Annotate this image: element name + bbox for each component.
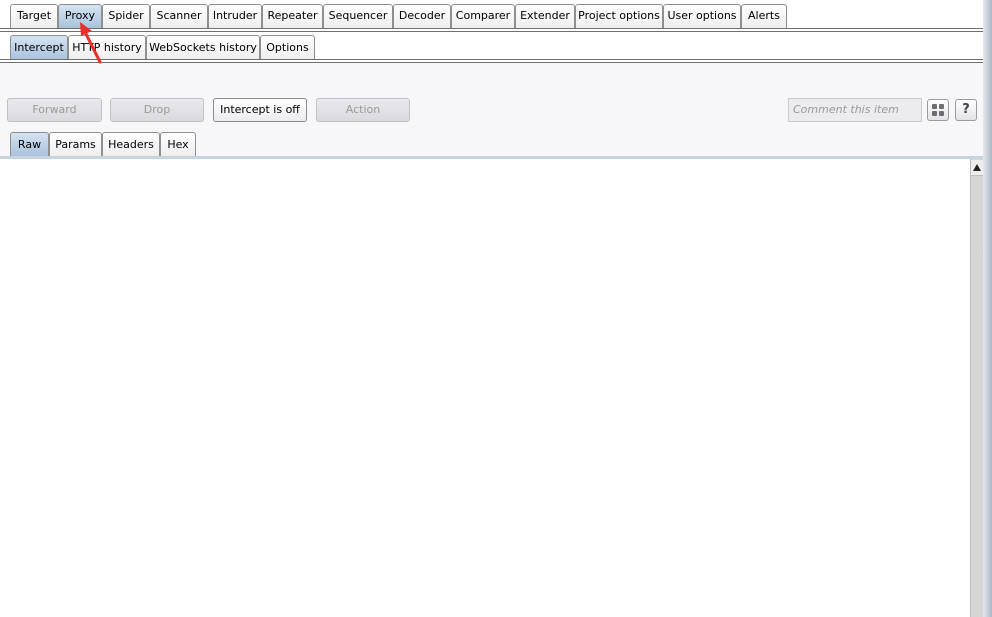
action-button[interactable]: Action (316, 98, 410, 122)
message-editor[interactable] (0, 159, 970, 617)
editor-scrollbar[interactable] (970, 159, 983, 617)
tab-websockets-history[interactable]: WebSockets history (146, 35, 260, 60)
annotation-arrow-icon (80, 22, 102, 64)
tab-raw[interactable]: Raw (10, 132, 49, 156)
drop-button[interactable]: Drop (110, 98, 204, 122)
tab-params[interactable]: Params (49, 132, 102, 156)
tab-options[interactable]: Options (260, 35, 315, 60)
grid-icon (932, 104, 944, 116)
tab-user-options[interactable]: User options (663, 4, 741, 28)
tab-project-options[interactable]: Project options (575, 4, 663, 28)
help-button[interactable]: ? (955, 99, 977, 121)
tab-sequencer[interactable]: Sequencer (323, 4, 393, 28)
window-edge (983, 0, 992, 617)
main-tab-bar: Target Proxy Spider Scanner Intruder Rep… (0, 0, 992, 31)
arrow-up-icon (973, 164, 981, 171)
tab-comparer[interactable]: Comparer (451, 4, 515, 28)
help-icon: ? (962, 102, 970, 117)
proxy-tab-bar: Intercept HTTP history WebSockets histor… (0, 32, 992, 62)
comment-input[interactable]: Comment this item (788, 98, 922, 122)
tab-spider[interactable]: Spider (102, 4, 150, 28)
tab-intercept[interactable]: Intercept (10, 35, 68, 60)
tab-hex[interactable]: Hex (160, 132, 196, 156)
forward-button[interactable]: Forward (7, 98, 102, 122)
tab-intruder[interactable]: Intruder (208, 4, 262, 28)
tab-repeater[interactable]: Repeater (262, 4, 323, 28)
intercept-toggle-button[interactable]: Intercept is off (213, 98, 307, 122)
tab-target[interactable]: Target (10, 4, 58, 28)
layout-button[interactable] (927, 99, 949, 121)
tab-headers[interactable]: Headers (102, 132, 160, 156)
tab-alerts[interactable]: Alerts (741, 4, 787, 28)
intercept-panel: Forward Drop Intercept is off Action Com… (0, 63, 992, 157)
tab-decoder[interactable]: Decoder (393, 4, 451, 28)
tab-scanner[interactable]: Scanner (150, 4, 208, 28)
scroll-up-button[interactable] (971, 160, 983, 176)
tab-extender[interactable]: Extender (515, 4, 575, 28)
